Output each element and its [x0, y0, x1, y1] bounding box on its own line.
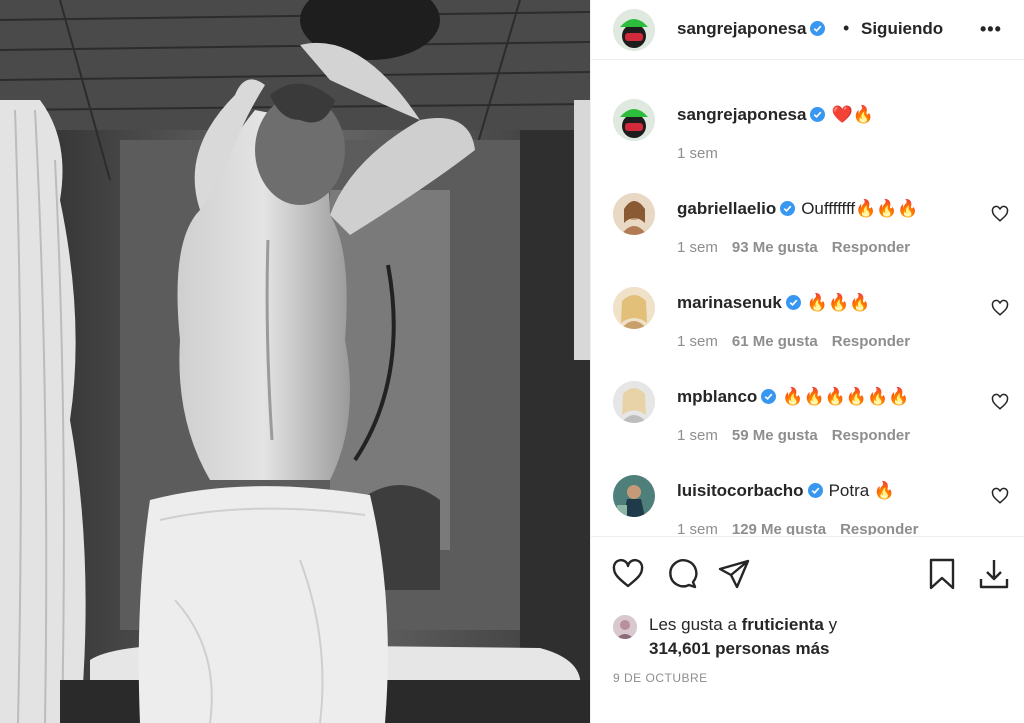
- comment-text: mpblanco 🔥🔥🔥🔥🔥🔥: [677, 387, 909, 407]
- avatar-photo-icon: [613, 287, 655, 329]
- comment-likes[interactable]: 93 Me gusta: [732, 239, 818, 256]
- likes-connector: y: [828, 615, 838, 634]
- following-button[interactable]: Siguiendo: [861, 19, 943, 39]
- heart-icon[interactable]: [611, 557, 645, 591]
- verified-badge-icon: [761, 389, 777, 404]
- caption-body: ❤️🔥: [831, 105, 874, 124]
- likes-prefix: Les gusta a: [649, 615, 737, 634]
- post-image[interactable]: [0, 0, 590, 723]
- comment-body: Oufffffff🔥🔥🔥: [801, 199, 919, 218]
- commenter-avatar[interactable]: [613, 287, 655, 329]
- comment-like-heart-icon[interactable]: [991, 393, 1009, 411]
- reply-button[interactable]: Responder: [832, 239, 910, 256]
- verified-badge-icon: [780, 201, 796, 216]
- post-side-panel: sangrejaponesa • Siguiendo ••• sangrejap…: [590, 0, 1024, 723]
- avatar-photo-icon: [613, 193, 655, 235]
- author-username[interactable]: sangrejaponesa: [677, 19, 826, 39]
- avatar-photo-icon: [613, 381, 655, 423]
- comment-text: gabriellaelio Oufffffff🔥🔥🔥: [677, 199, 919, 219]
- likes-count[interactable]: 314,601 personas más: [649, 639, 830, 659]
- commenter-avatar[interactable]: [613, 193, 655, 235]
- header-separator: •: [843, 18, 850, 38]
- caption-username[interactable]: sangrejaponesa: [677, 105, 806, 124]
- comments-list[interactable]: sangrejaponesa ❤️🔥 1 sem gabriellaelio Ouf…: [591, 61, 1024, 535]
- comment-time[interactable]: 1 sem: [677, 521, 718, 535]
- comment-body: 🔥🔥🔥🔥🔥🔥: [782, 387, 910, 406]
- liker-username[interactable]: fruticienta: [742, 615, 824, 634]
- comment-time[interactable]: 1 sem: [677, 239, 718, 256]
- avatar-green-hat-icon: [613, 9, 655, 51]
- caption-avatar[interactable]: [613, 99, 655, 141]
- comment-time[interactable]: 1 sem: [677, 333, 718, 350]
- post-header: sangrejaponesa • Siguiendo •••: [591, 0, 1024, 60]
- caption-time[interactable]: 1 sem: [677, 145, 718, 162]
- author-avatar[interactable]: [613, 9, 655, 51]
- commenter-avatar[interactable]: [613, 381, 655, 423]
- comment-meta: 1 sem 93 Me gusta Responder: [677, 239, 924, 256]
- reply-button[interactable]: Responder: [832, 427, 910, 444]
- caption-meta: 1 sem: [677, 145, 732, 162]
- comment-username[interactable]: marinasenuk: [677, 293, 782, 312]
- paper-plane-icon[interactable]: [717, 557, 751, 591]
- comment-body: Potra 🔥: [828, 481, 896, 500]
- verified-badge-icon: [785, 295, 801, 310]
- comment-meta: 1 sem 129 Me gusta Responder: [677, 521, 932, 535]
- download-icon[interactable]: [977, 557, 1011, 591]
- comment-username[interactable]: mpblanco: [677, 387, 757, 406]
- comment-text: marinasenuk 🔥🔥🔥: [677, 293, 870, 313]
- post-date[interactable]: 9 DE OCTUBRE: [613, 671, 708, 685]
- commenter-avatar[interactable]: [613, 475, 655, 517]
- verified-badge-icon: [810, 107, 826, 122]
- comment-meta: 1 sem 59 Me gusta Responder: [677, 427, 924, 444]
- reply-button[interactable]: Responder: [832, 333, 910, 350]
- comment-username[interactable]: gabriellaelio: [677, 199, 776, 218]
- verified-badge-icon: [807, 483, 823, 498]
- comment-likes[interactable]: 129 Me gusta: [732, 521, 826, 535]
- post-photo: [0, 0, 590, 723]
- comment-like-heart-icon[interactable]: [991, 487, 1009, 505]
- avatar-photo-icon: [613, 615, 637, 639]
- comment-likes[interactable]: 59 Me gusta: [732, 427, 818, 444]
- comment-like-heart-icon[interactable]: [991, 299, 1009, 317]
- likes-line-1: Les gusta a fruticienta y: [649, 615, 837, 635]
- reply-button[interactable]: Responder: [840, 521, 918, 535]
- liker-avatar[interactable]: [613, 615, 637, 639]
- comment-time[interactable]: 1 sem: [677, 427, 718, 444]
- caption-text: sangrejaponesa ❤️🔥: [677, 105, 874, 125]
- comment-body: 🔥🔥🔥: [806, 293, 871, 312]
- post-actions: Les gusta a fruticienta y 314,601 person…: [591, 536, 1024, 722]
- verified-badge-icon: [810, 21, 826, 36]
- comment-likes[interactable]: 61 Me gusta: [732, 333, 818, 350]
- comment-meta: 1 sem 61 Me gusta Responder: [677, 333, 924, 350]
- more-options-button[interactable]: •••: [980, 19, 1002, 40]
- comment-icon[interactable]: [665, 557, 699, 591]
- comment-like-heart-icon[interactable]: [991, 205, 1009, 223]
- instagram-post: sangrejaponesa • Siguiendo ••• sangrejap…: [0, 0, 1024, 723]
- comment-text: luisitocorbacho Potra 🔥: [677, 481, 895, 501]
- bookmark-icon[interactable]: [925, 557, 959, 591]
- comment-username[interactable]: luisitocorbacho: [677, 481, 804, 500]
- avatar-photo-icon: [613, 475, 655, 517]
- avatar-green-hat-icon: [613, 99, 655, 141]
